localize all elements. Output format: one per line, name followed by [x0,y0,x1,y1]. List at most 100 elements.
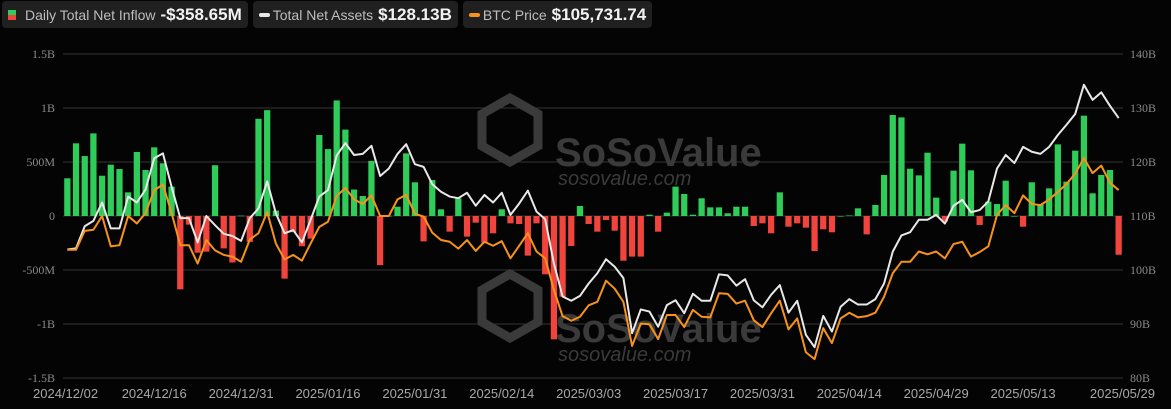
inflow-bar-negative [828,216,836,233]
inflow-bar-positive [689,214,697,216]
watermark-url: sosovalue.com [558,168,691,190]
inflow-bar-positive [64,178,71,216]
inflow-bar-negative [550,216,558,340]
inflow-bar-positive [915,175,922,216]
inflow-bar-positive [1046,188,1053,216]
right-axis-tick: 130B [1130,101,1156,115]
inflow-bar-negative [585,216,592,224]
inflow-bar-positive [776,192,783,216]
inflow-bar-positive [1028,182,1035,216]
watermark-bottom: SoSoValue sosovalue.com [477,268,762,366]
inflow-bar-positive [880,174,888,216]
inflow-bar-negative [533,216,540,224]
inflow-bar-negative [611,216,618,231]
x-axis-tick: 2025/02/14 [469,386,534,401]
x-axis-tick: 2025/01/31 [382,386,447,401]
etf-flow-chart: SoSoValue sosovalue.com SoSoValue sosova… [22,47,1156,401]
inflow-bar-positive [854,208,862,216]
right-axis-tick: 100B [1130,263,1156,277]
inflow-bar-positive [1089,193,1096,216]
inflow-bar-negative [602,216,610,220]
inflow-bar-negative [507,216,514,224]
inflow-bar-positive [1011,216,1018,217]
inflow-bar-negative [177,216,184,290]
inflow-bar-positive [264,110,271,216]
left-axis-tick: 500M [26,155,55,169]
inflow-bar-positive [498,209,505,216]
inflow-bar-positive [663,212,670,216]
inflow-bar-negative [568,216,575,247]
inflow-bar-negative [516,216,523,224]
inflow-bar-positive [715,207,723,216]
inflow-bar-positive [403,153,410,216]
inflow-bar-negative [628,216,636,257]
inflow-bar-positive [907,168,914,216]
inflow-bar-negative [1019,216,1027,227]
inflow-bar-positive [1072,150,1079,216]
inflow-bar-negative [811,216,818,251]
x-axis-tick: 2025/03/17 [643,386,708,401]
left-axis-tick: -1.5B [28,371,55,385]
left-axis-tick: -1B [37,317,55,331]
inflow-bar-negative [767,216,775,234]
watermark-top: SoSoValue sosovalue.com [477,92,762,190]
inflow-bar-negative [594,216,601,232]
inflow-bar-negative [655,216,662,232]
inflow-bar-negative [759,216,766,224]
inflow-bar-negative [463,216,471,237]
inflow-bar-positive [350,189,358,216]
inflow-bar-negative [446,216,453,232]
inflow-bar-positive [672,186,679,216]
inflow-bar-positive [733,206,740,216]
inflow-bar-negative [863,216,870,235]
inflow-bar-positive [1054,144,1061,216]
inflow-bar-positive [116,169,123,216]
inflow-bar-positive [90,133,97,216]
inflow-bar-negative [620,216,627,261]
inflow-bar-positive [437,209,445,216]
inflow-bar-positive [211,165,219,216]
inflow-bar-positive [72,143,80,216]
sosovalue-logo-icon [477,268,543,344]
inflow-bar-positive [898,117,905,216]
inflow-bar-positive [81,156,88,216]
x-axis-tick: 2025/04/14 [817,386,882,401]
inflow-bar-positive [837,216,844,217]
right-axis-tick: 120B [1130,155,1156,169]
inflow-bar-negative [481,216,488,243]
inflow-bar-negative [489,216,497,234]
inflow-bar-positive [359,196,366,216]
inflow-bar-positive [576,205,584,216]
inflow-bar-positive [933,197,940,216]
inflow-bar-positive [133,151,140,216]
inflow-bar-negative [377,216,384,266]
inflow-bar-positive [846,215,853,217]
inflow-bar-positive [107,164,114,216]
right-axis-tick: 80B [1130,371,1150,385]
inflow-bar-negative [472,216,479,223]
watermark-url: sosovalue.com [558,344,691,366]
inflow-bar-positive [1002,180,1009,216]
inflow-bar-positive [707,207,714,216]
inflow-bar-negative [785,216,792,227]
inflow-bar-positive [455,198,462,216]
inflow-bar-negative [820,216,827,230]
x-axis-tick: 2024/12/02 [33,386,98,401]
left-axis-tick: -500M [22,263,55,277]
inflow-bar-positive [646,214,653,216]
left-axis-tick: 1.5B [32,47,55,61]
inflow-bar-negative [794,216,801,224]
inflow-bar-negative [750,216,757,227]
inflow-bar-positive [681,193,688,216]
x-axis-tick: 2025/01/16 [295,386,360,401]
inflow-bar-positive [394,206,401,216]
x-axis-tick: 2024/12/31 [209,386,274,401]
inflow-bar-positive [959,143,966,216]
left-axis-tick: 1B [41,101,55,115]
x-axis-tick: 2025/04/29 [904,386,969,401]
inflow-bar-positive [741,206,749,216]
inflow-bar-positive [698,198,705,216]
inflow-bar-negative [281,216,288,279]
inflow-bar-positive [889,115,896,216]
inflow-bar-negative [1115,216,1122,255]
